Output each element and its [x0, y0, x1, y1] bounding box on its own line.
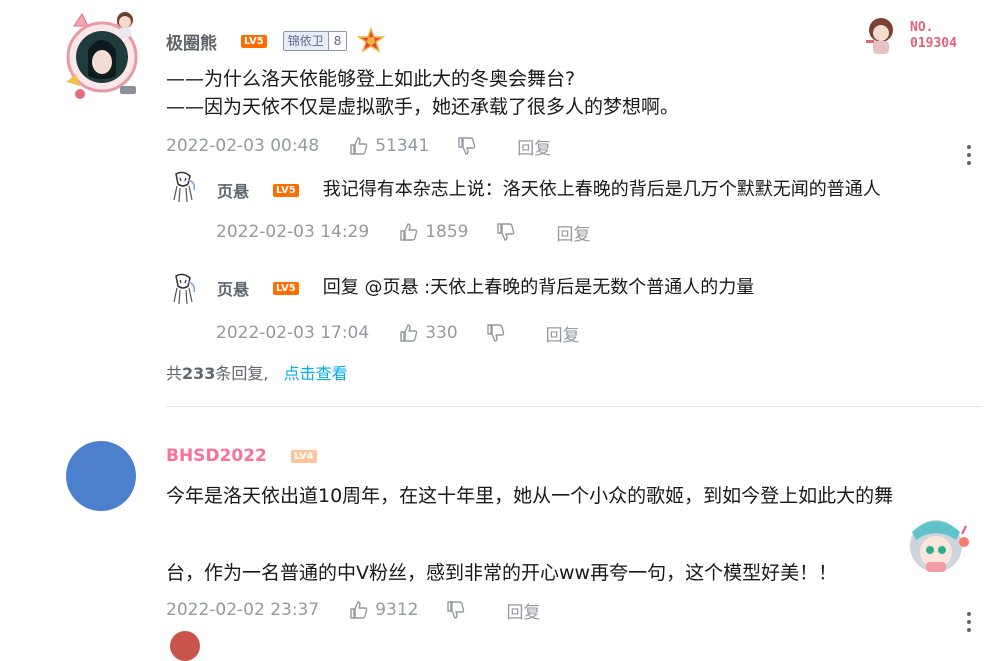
thumbs-up-icon	[400, 324, 418, 342]
like-count: 51341	[375, 136, 430, 156]
decoration-sticker	[896, 512, 976, 586]
chibi-icon	[866, 18, 893, 54]
comment-text-line: ——因为天依不仅是虚拟歌手，她还承载了很多人的梦想啊。	[166, 96, 680, 118]
comment-divider	[166, 406, 982, 407]
comment-avatar[interactable]	[66, 441, 136, 511]
comment-text-line: 今年是洛天依出道10周年，在这十年里，她从一个小众的歌姬，到如今登上如此大的舞	[166, 485, 894, 507]
user-level-badge: LV5	[273, 281, 299, 295]
dislike-button[interactable]	[457, 136, 477, 156]
reply-avatar[interactable]	[168, 272, 198, 306]
like-button[interactable]: 9312	[349, 600, 418, 620]
comment-text-line: 台，作为一名普通的中V粉丝，感到非常的开心ww再夸一句，这个模型好美！！	[166, 562, 838, 584]
more-replies: 共233条回复, 点击查看	[166, 360, 348, 384]
chibi-sticker-icon	[910, 520, 969, 572]
fan-number-value: 019304	[910, 36, 957, 51]
comment-date: 2022-02-02 23:37	[166, 600, 320, 620]
next-comment-avatar[interactable]	[170, 631, 200, 661]
more-replies-prefix: 共	[166, 364, 183, 383]
comment-date: 2022-02-03 00:48	[166, 136, 320, 156]
like-count: 1859	[425, 222, 469, 242]
dislike-button[interactable]	[486, 323, 506, 343]
more-replies-count: 233	[182, 364, 216, 383]
reply-button[interactable]: 回复	[517, 134, 551, 159]
view-more-link[interactable]: 点击查看	[284, 364, 348, 383]
user-level-badge: LV4	[290, 449, 317, 463]
like-button[interactable]: 1859	[399, 222, 468, 242]
like-button[interactable]: 330	[399, 323, 458, 343]
comment-meta: 2022-02-02 23:37 9312 回复	[166, 598, 540, 623]
star-medal-icon	[357, 27, 386, 53]
thumbs-down-icon	[497, 223, 515, 241]
like-count: 330	[425, 323, 458, 343]
user-level-badge: LV5	[273, 183, 299, 197]
comment-username[interactable]: BHSD2022	[166, 446, 267, 466]
fan-medal-level: 8	[327, 32, 347, 50]
reply-date: 2022-02-03 17:04	[216, 323, 370, 343]
sketch-avatar-icon	[173, 273, 196, 305]
reply-meta: 2022-02-03 14:29 1859 回复	[216, 220, 590, 245]
thumbs-down-icon	[458, 137, 476, 155]
user-level-badge: LV5	[241, 34, 267, 48]
more-options-icon[interactable]	[967, 612, 971, 632]
reply-username[interactable]: 页悬	[217, 276, 249, 300]
reply-meta: 2022-02-03 17:04 330 回复	[216, 321, 580, 346]
reply-text: 我记得有本杂志上说：洛天依上春晚的背后是几万个默默无闻的普通人	[322, 179, 881, 200]
reply-avatar[interactable]	[168, 170, 198, 204]
thumbs-up-icon	[400, 223, 418, 241]
thumbs-up-icon	[350, 601, 368, 619]
fan-number-badge: NO. 019304	[860, 14, 970, 56]
thumbs-up-icon	[350, 137, 368, 155]
thumbs-down-icon	[447, 601, 465, 619]
reply-button[interactable]: 回复	[506, 598, 540, 623]
user-mascot	[110, 8, 140, 38]
more-replies-suffix: 条回复,	[215, 364, 269, 383]
comment-meta: 2022-02-03 00:48 51341 回复	[166, 134, 551, 159]
dislike-button[interactable]	[496, 222, 516, 242]
more-options-icon[interactable]	[967, 145, 971, 165]
fan-medal[interactable]: 锦依卫 8	[282, 31, 348, 51]
reply-button[interactable]: 回复	[556, 220, 590, 245]
comment-username[interactable]: 极圈熊	[166, 29, 217, 54]
like-button[interactable]: 51341	[349, 136, 429, 156]
like-count: 9312	[375, 600, 419, 620]
reply-date: 2022-02-03 14:29	[216, 222, 370, 242]
fan-number-label: NO.	[910, 20, 934, 35]
reply-username[interactable]: 页悬	[217, 178, 249, 202]
reply-text: 回复 @页悬 :天依上春晚的背后是无数个普通人的力量	[322, 277, 755, 298]
dislike-button[interactable]	[446, 600, 466, 620]
fan-medal-name: 锦依卫	[283, 32, 328, 50]
thumbs-down-icon	[486, 324, 504, 342]
reply-button[interactable]: 回复	[546, 321, 580, 346]
chibi-icon	[117, 12, 133, 37]
sketch-avatar-icon	[173, 171, 196, 203]
comment-text-line: ——为什么洛天依能够登上如此大的冬奥会舞台?	[166, 68, 576, 90]
